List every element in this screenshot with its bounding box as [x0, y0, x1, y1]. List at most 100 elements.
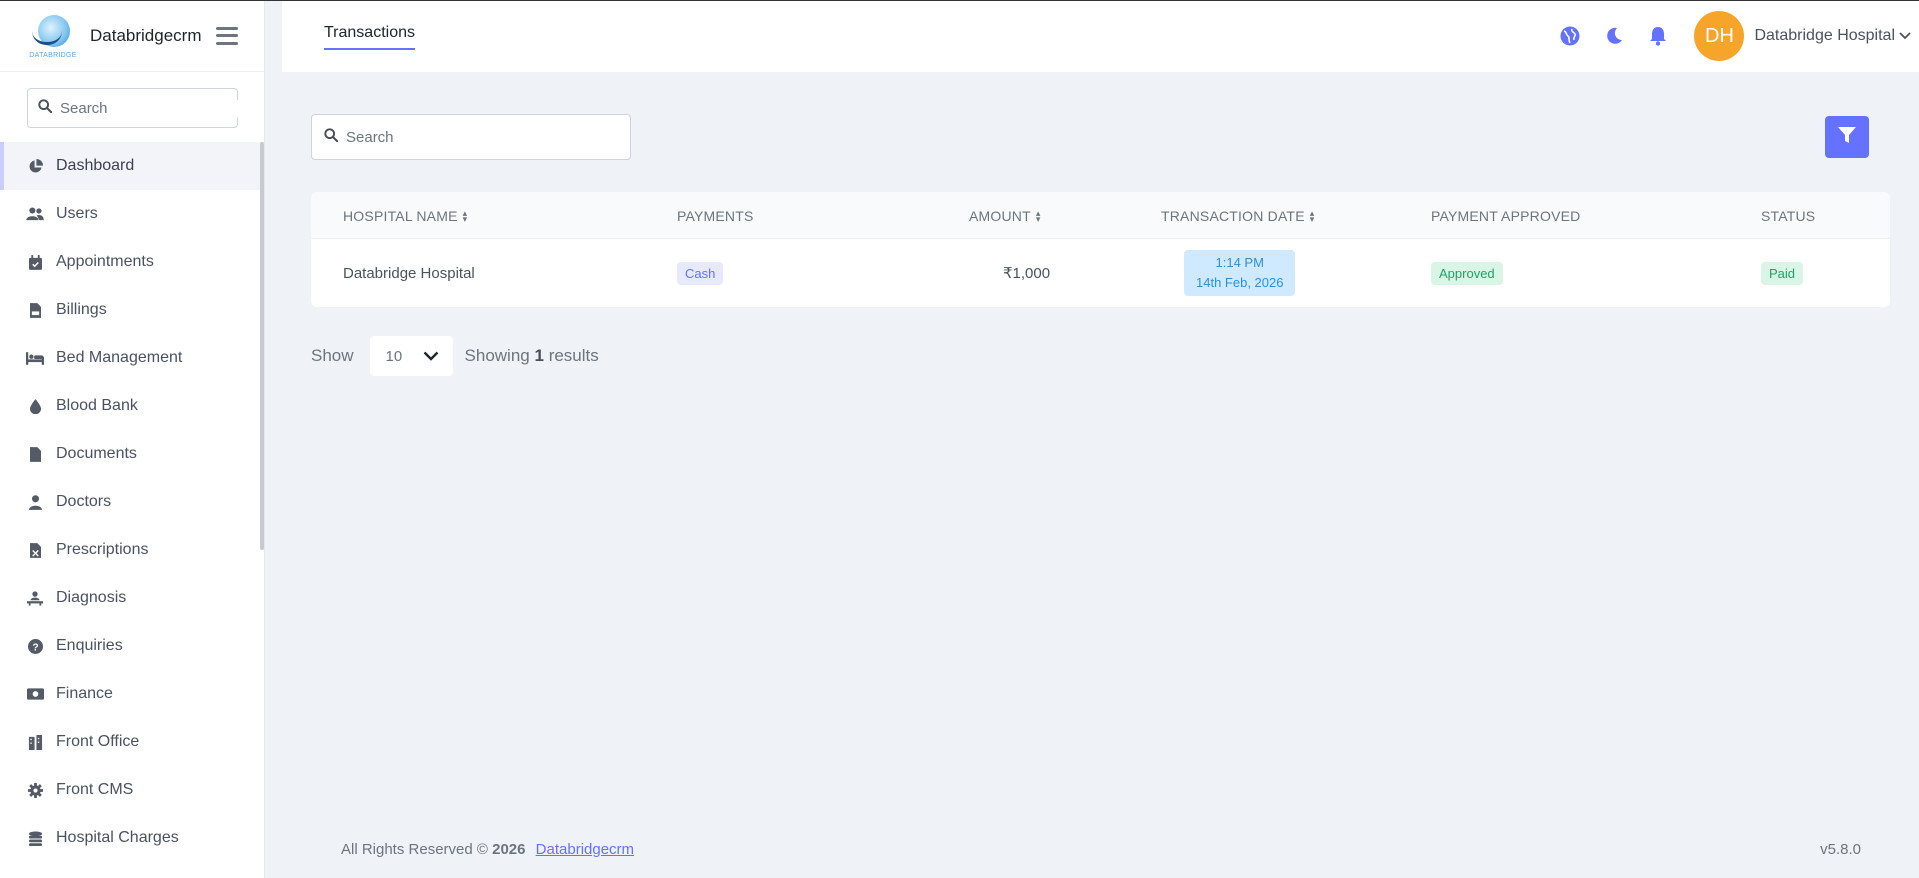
sidebar-item-label: Hospital Charges — [56, 829, 179, 846]
sidebar-search — [27, 88, 240, 128]
col-payment-approved-label: PAYMENT APPROVED — [1431, 207, 1581, 224]
sidebar-item-label: Diagnosis — [56, 589, 127, 606]
sort-icon: ▴ ▾ — [1309, 207, 1315, 224]
col-amount[interactable]: AMOUNT ▴ ▾ — [969, 192, 1041, 239]
per-page-select[interactable]: 10 — [369, 336, 453, 376]
cell-amount: ₹1,000 — [1003, 265, 1051, 282]
calendar-check-icon — [26, 253, 44, 271]
sidebar-item-label: Prescriptions — [56, 541, 149, 558]
col-amount-label: AMOUNT — [969, 207, 1031, 224]
bed-icon — [26, 349, 44, 367]
footer-rights: All Rights Reserved © — [341, 841, 488, 858]
sidebar-item-label: Users — [56, 205, 98, 222]
results-count: 1 — [534, 346, 544, 365]
question-circle-icon: ? — [26, 637, 44, 655]
brand-name: Databridgecrm — [90, 25, 202, 45]
col-payments: PAYMENTS — [677, 192, 754, 239]
transaction-date: 14th Feb, 2026 — [1196, 275, 1284, 290]
footer-version: v5.8.0 — [1820, 841, 1861, 858]
per-page-value: 10 — [385, 347, 403, 365]
sidebar-item-enquiries[interactable]: ? Enquiries — [0, 622, 264, 670]
cell-transaction-date: 1:14 PM 14th Feb, 2026 — [1184, 239, 1296, 307]
menu-toggle-icon[interactable] — [215, 26, 238, 45]
sidebar-item-diagnosis[interactable]: Diagnosis — [0, 574, 264, 622]
sidebar-item-hospital-charges[interactable]: Hospital Charges — [0, 814, 264, 862]
sidebar-nav: Dashboard Users Appointments Billings Be… — [0, 142, 264, 862]
user-name[interactable]: Databridge Hospital — [1754, 27, 1895, 45]
sidebar-item-label: Billings — [56, 301, 107, 318]
user-doctor-icon — [26, 493, 44, 511]
footer-link[interactable]: Databridgecrm — [536, 841, 634, 858]
svg-text:?: ? — [32, 642, 38, 653]
sidebar-item-label: Dashboard — [56, 157, 135, 174]
users-icon — [26, 205, 44, 223]
col-hospital-name-label: HOSPITAL NAME — [343, 207, 458, 224]
sidebar-item-label: Front Office — [56, 733, 140, 750]
sidebar-scrollbar[interactable] — [260, 142, 264, 550]
file-invoice-icon — [26, 301, 44, 319]
col-transaction-date-label: TRANSACTION DATE — [1161, 207, 1305, 224]
bell-icon[interactable] — [1646, 24, 1670, 48]
col-status: STATUS — [1761, 192, 1815, 239]
tab-transactions[interactable]: Transactions — [324, 24, 415, 50]
sidebar-item-users[interactable]: Users — [0, 190, 264, 238]
sidebar-item-label: Documents — [56, 445, 137, 462]
filter-icon — [1838, 126, 1856, 149]
sidebar-item-prescriptions[interactable]: Prescriptions — [0, 526, 264, 574]
results-summary: Showing 1 results — [465, 346, 599, 366]
col-payments-label: PAYMENTS — [677, 207, 754, 224]
filter-button[interactable] — [1825, 116, 1869, 158]
coins-icon — [26, 829, 44, 847]
col-transaction-date[interactable]: TRANSACTION DATE ▴ ▾ — [1161, 192, 1314, 239]
pagination-bar: Show 10 Showing 1 results — [311, 336, 599, 376]
transaction-time: 1:14 PM — [1215, 255, 1264, 270]
droplet-icon — [26, 397, 44, 415]
gear-icon — [26, 781, 44, 799]
payment-badge: Cash — [677, 261, 724, 285]
sort-icon: ▴ ▾ — [1035, 207, 1041, 224]
search-icon — [324, 127, 339, 147]
footer-year: 2026 — [492, 841, 526, 858]
sidebar-item-label: Doctors — [56, 493, 112, 510]
sidebar-item-dashboard[interactable]: Dashboard — [0, 142, 264, 190]
sidebar-item-appointments[interactable]: Appointments — [0, 238, 264, 286]
sidebar-item-front-cms[interactable]: Front CMS — [0, 766, 264, 814]
avatar[interactable]: DH — [1694, 11, 1745, 61]
cell-payment-approved: Approved — [1431, 239, 1503, 307]
sidebar-item-blood-bank[interactable]: Blood Bank — [0, 382, 264, 430]
top-header: Transactions DH Databridge Hospital — [282, 0, 1919, 72]
date-badge: 1:14 PM 14th Feb, 2026 — [1184, 250, 1296, 296]
brand-logo[interactable]: DATABRIDGE — [26, 13, 80, 59]
show-label: Show — [311, 346, 354, 365]
sidebar-search-input[interactable] — [60, 99, 240, 117]
sidebar-item-doctors[interactable]: Doctors — [0, 478, 264, 526]
sort-icon: ▴ ▾ — [462, 207, 468, 224]
chevron-down-icon[interactable] — [1897, 28, 1913, 44]
prescription-icon — [26, 541, 44, 559]
cell-hospital-name: Databridge Hospital — [343, 264, 475, 282]
search-input[interactable] — [346, 128, 616, 146]
col-payment-approved: PAYMENT APPROVED — [1431, 192, 1580, 239]
cell-payment: Cash — [677, 239, 724, 307]
sidebar: DATABRIDGE Databridgecrm Dashboard Users… — [0, 0, 265, 878]
sidebar-item-bed-management[interactable]: Bed Management — [0, 334, 264, 382]
results-prefix: Showing — [464, 346, 530, 365]
file-icon — [26, 445, 44, 463]
globe-icon[interactable] — [1558, 24, 1582, 48]
col-hospital-name[interactable]: HOSPITAL NAME ▴ ▾ — [343, 192, 467, 239]
moon-icon[interactable] — [1602, 24, 1626, 48]
chevron-down-icon — [423, 348, 439, 365]
money-bill-icon — [26, 685, 44, 703]
sidebar-item-label: Front CMS — [56, 781, 134, 798]
header-actions: DH Databridge Hospital — [1558, 0, 1919, 72]
transactions-search — [311, 114, 631, 160]
sidebar-item-documents[interactable]: Documents — [0, 430, 264, 478]
sidebar-item-front-office[interactable]: Front Office — [0, 718, 264, 766]
sidebar-item-label: Bed Management — [56, 349, 183, 366]
person-diagnosis-icon — [26, 589, 44, 607]
table-row: Databridge Hospital Cash ₹1,000 1:14 PM … — [311, 239, 1890, 307]
sidebar-item-billings[interactable]: Billings — [0, 286, 264, 334]
sidebar-item-label: Appointments — [56, 253, 154, 270]
search-icon — [38, 98, 53, 118]
sidebar-item-finance[interactable]: Finance — [0, 670, 264, 718]
